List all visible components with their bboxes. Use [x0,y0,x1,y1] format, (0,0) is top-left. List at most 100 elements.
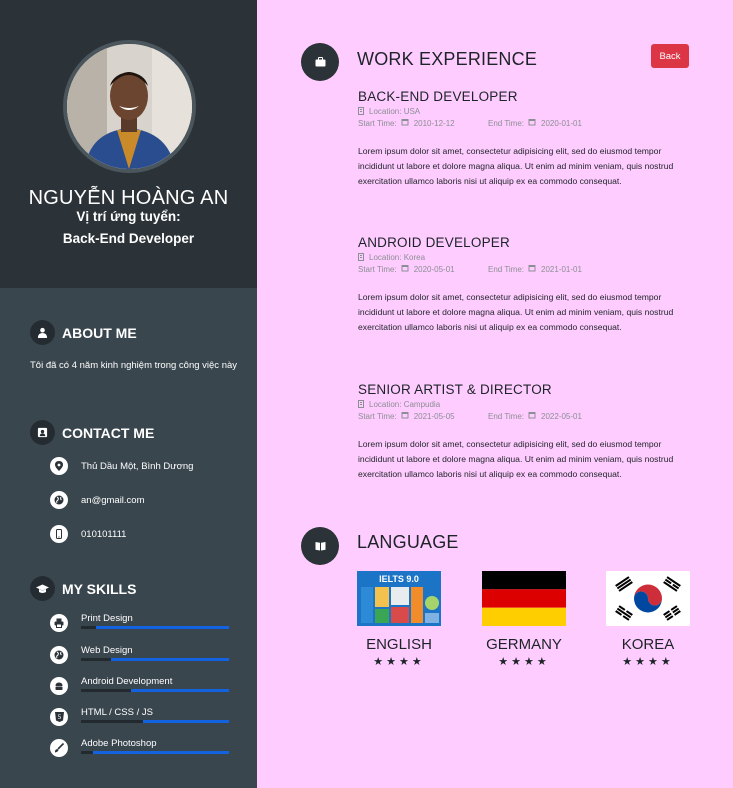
contact-phone-text: 010101111 [81,528,127,540]
end-label: End Time: [488,411,525,421]
contact-email-text[interactable]: an@gmail.com [81,495,145,506]
contact-email[interactable]: an@gmail.com [50,491,145,509]
job-dates: Start Time: 2021-05-05 End Time: 2022-05… [358,410,688,422]
job-entry: BACK-END DEVELOPER Location: USA Start T… [358,89,688,189]
contact-phone: 010101111 [50,525,126,543]
language-item: KOREA ★★★★ [606,571,690,668]
job-entry: ANDROID DEVELOPER Location: Korea Start … [358,235,688,335]
location-pin-icon [50,457,68,475]
contact-title: CONTACT ME [62,424,155,441]
language-name: ENGLISH [366,636,432,653]
contact-address-text: Thủ Dầu Một, Bình Dương [81,460,194,472]
start-label: Start Time: [358,118,397,128]
end-date: 2021-01-01 [541,264,582,274]
building-icon [358,399,364,410]
contact-card-icon [30,420,55,445]
end-label: End Time: [488,264,525,274]
skill-name: Adobe Photoshop [81,738,157,749]
skill-bar [81,720,229,723]
language-item: GERMANY ★★★★ [482,571,566,668]
korea-flag [606,571,690,626]
mobile-phone-icon [50,525,68,543]
sidebar: NGUYỄN HOÀNG AN Vị trí ứng tuyển: Back-E… [0,0,257,788]
svg-text:5: 5 [57,714,61,721]
work-title: WORK EXPERIENCE [357,49,538,69]
job-title: ANDROID DEVELOPER [358,235,510,250]
job-location-text: Location: USA [369,107,421,116]
job-dates: Start Time: 2020-05-01 End Time: 2021-01… [358,263,688,275]
briefcase-icon [301,43,339,81]
language-name: KOREA [621,636,675,653]
graduation-cap-icon [30,576,55,601]
back-button[interactable]: Back [651,44,689,68]
end-date: 2022-05-01 [541,411,582,421]
end-date: 2020-01-01 [541,118,582,128]
user-icon [30,320,55,345]
job-location: Location: Campudia [358,399,688,410]
building-icon [358,106,364,117]
calendar-icon [528,264,536,274]
avatar [63,40,196,173]
calendar-icon [528,118,536,128]
skill-bar-fill [110,658,229,661]
skill-bar-fill [131,689,229,692]
job-location-text: Location: Korea [369,253,426,262]
main-content: WORK EXPERIENCE Back BACK-END DEVELOPER … [257,0,733,788]
paintbrush-icon [50,739,68,757]
building-icon [358,252,364,263]
skill-bar-fill [143,720,229,723]
skills-title: MY SKILLS [62,580,137,597]
job-description: Lorem ipsum dolor sit amet, consectetur … [358,146,674,186]
job-entry: SENIOR ARTIST & DIRECTOR Location: Campu… [358,382,688,482]
about-header: ABOUT ME [30,320,137,345]
skill-bar-fill [92,751,229,754]
printer-icon [50,614,68,632]
profile-name: NGUYỄN HOÀNG AN [28,187,229,209]
start-label: Start Time: [358,264,397,274]
globe-icon [50,491,68,509]
job-location-text: Location: Campudia [369,400,441,409]
skill-name: Android Development [81,676,173,687]
skill-bar [81,689,229,692]
skill-name: Web Design [81,645,133,656]
skill-bar [81,751,229,754]
end-label: End Time: [488,118,525,128]
rating-stars: ★★★★ [373,656,425,668]
start-date: 2021-05-05 [413,411,455,421]
skill-name: Print Design [81,613,133,624]
about-text: Tôi đã có 4 năm kinh nghiệm trong công v… [30,360,238,371]
contact-header: CONTACT ME [30,420,154,445]
germany-flag [482,571,566,626]
ielts-image-text: IELTS 9.0 [379,574,419,584]
skill-bar [81,658,229,661]
skill-bar [81,626,229,629]
job-title: BACK-END DEVELOPER [358,89,518,104]
skill-bar-fill [95,626,229,629]
html5-icon: 5 [50,708,68,726]
globe-icon [50,646,68,664]
skill-name: HTML / CSS / JS [81,707,153,718]
about-title: ABOUT ME [62,324,137,341]
android-icon [50,677,68,695]
job-title: SENIOR ARTIST & DIRECTOR [358,382,552,397]
rating-stars: ★★★★ [498,656,550,668]
calendar-icon [401,264,409,274]
job-description: Lorem ipsum dolor sit amet, consectetur … [358,292,674,332]
job-location: Location: Korea [358,252,688,263]
calendar-icon [401,118,409,128]
contact-address: Thủ Dầu Một, Bình Dương [50,457,193,475]
calendar-icon [528,411,536,421]
start-date: 2020-05-01 [413,264,455,274]
language-item: IELTS 9.0 ENGLISH ★★★★ [357,571,441,668]
calendar-icon [401,411,409,421]
role-label: Vị trí ứng tuyển: [76,209,181,224]
profile-header: NGUYỄN HOÀNG AN Vị trí ứng tuyển: Back-E… [0,0,257,288]
ielts-image: IELTS 9.0 [357,571,441,626]
language-title: LANGUAGE [357,532,459,552]
job-dates: Start Time: 2010-12-12 End Time: 2020-01… [358,117,688,129]
language-book-icon [301,527,339,565]
rating-stars: ★★★★ [622,656,674,668]
job-location: Location: USA [358,106,688,117]
cv-page: NGUYỄN HOÀNG AN Vị trí ứng tuyển: Back-E… [0,0,733,788]
skills-header: MY SKILLS [30,576,136,601]
